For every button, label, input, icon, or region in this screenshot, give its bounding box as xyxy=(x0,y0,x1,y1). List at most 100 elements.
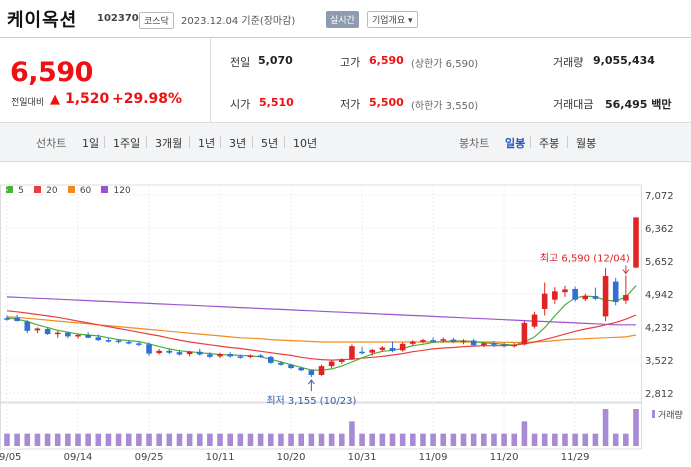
volume-bar xyxy=(105,433,112,446)
candle-body xyxy=(247,355,254,357)
candle-body xyxy=(24,321,31,331)
candle-body xyxy=(176,352,183,355)
candle-body xyxy=(359,351,365,354)
candle-body xyxy=(602,275,609,317)
volume-bar xyxy=(267,433,274,446)
candle-body xyxy=(75,334,81,337)
volume-bar xyxy=(186,433,193,446)
volume-bar xyxy=(531,433,538,446)
y-tick-label: 4,232 xyxy=(645,323,674,334)
candle-body xyxy=(298,367,304,371)
volume-bar xyxy=(146,433,152,446)
volume-bar xyxy=(176,433,183,446)
candle-body xyxy=(44,328,51,335)
price-chart[interactable]: 7,072 6,362 5,652 4,942 4,232 3,522 2,812 09/05… xyxy=(0,0,691,467)
y-tick-label: 4,942 xyxy=(645,290,674,301)
candle-body xyxy=(349,346,355,360)
volume-legend-label: 거래량 xyxy=(658,409,683,421)
candle-body xyxy=(267,356,274,363)
candle-body xyxy=(196,351,203,355)
volume-bar xyxy=(572,433,578,446)
candle-body xyxy=(420,340,426,342)
volume-bar xyxy=(44,433,51,446)
candle-body xyxy=(136,343,142,345)
candle-body xyxy=(237,356,244,358)
y-tick-label: 2,812 xyxy=(645,389,674,400)
candle-body xyxy=(318,366,325,375)
volume-legend-swatch xyxy=(652,410,655,418)
volume-bar xyxy=(308,433,315,446)
candle-body xyxy=(339,359,345,362)
volume-bar xyxy=(14,433,20,446)
candle-body xyxy=(34,328,41,331)
candle-body xyxy=(633,217,639,268)
volume-bar xyxy=(227,433,233,446)
volume-bar xyxy=(257,433,264,446)
volume-bar xyxy=(460,433,467,446)
candle-body xyxy=(227,354,233,357)
volume-bar xyxy=(379,433,386,446)
volume-bar xyxy=(339,433,345,446)
candle-body xyxy=(552,291,558,300)
volume-bar xyxy=(237,433,244,446)
volume-bar xyxy=(95,433,102,446)
candle-body xyxy=(54,332,61,335)
x-tick-label: 10/31 xyxy=(348,452,377,463)
candle-body xyxy=(460,340,467,343)
volume-bar xyxy=(136,433,142,446)
volume-bar xyxy=(541,433,548,446)
candle-body xyxy=(440,339,447,341)
candle-body xyxy=(288,364,294,368)
candle-body xyxy=(450,339,457,342)
candle-body xyxy=(65,332,71,337)
candle-body xyxy=(186,351,193,355)
volume-bar xyxy=(582,433,589,446)
candle-body xyxy=(14,317,20,322)
x-tick-label: 11/29 xyxy=(561,452,590,463)
volume-bar xyxy=(470,433,477,446)
y-tick-label: 7,072 xyxy=(645,191,674,202)
volume-bar xyxy=(318,433,325,446)
volume-bar xyxy=(481,433,487,446)
candle-body xyxy=(308,370,315,375)
volume-bar xyxy=(491,433,497,446)
candle-body xyxy=(115,340,122,343)
x-tick-label: 10/11 xyxy=(206,452,235,463)
volume-bar xyxy=(298,433,304,446)
volume-bar xyxy=(410,433,416,446)
x-tick-label: 11/20 xyxy=(490,452,519,463)
x-tick-label: 10/20 xyxy=(277,452,306,463)
candle-body xyxy=(481,343,487,346)
volume-bar xyxy=(612,433,619,446)
candle-body xyxy=(146,344,152,354)
volume-bar xyxy=(54,433,61,446)
low-annotation: 최저 3,155 (10/23) xyxy=(266,395,356,407)
volume-bar xyxy=(34,433,41,446)
volume-bar xyxy=(633,409,639,446)
volume-bar xyxy=(511,433,518,446)
volume-bar xyxy=(24,433,31,446)
volume-bar xyxy=(85,433,91,446)
candle-body xyxy=(470,340,477,346)
volume-bar xyxy=(420,433,426,446)
ma20-line xyxy=(6,310,637,361)
candle-body xyxy=(521,322,528,345)
volume-bar xyxy=(196,433,203,446)
candle-body xyxy=(278,362,284,365)
candle-body xyxy=(207,354,213,357)
candle-body xyxy=(156,350,162,354)
candle-body xyxy=(105,340,112,342)
volume-bar xyxy=(369,433,376,446)
y-tick-label: 5,652 xyxy=(645,257,674,268)
volume-bar xyxy=(288,433,294,446)
volume-bar xyxy=(217,433,223,446)
candle-body xyxy=(562,289,568,293)
x-tick-label: 11/09 xyxy=(419,452,448,463)
volume-bar xyxy=(521,421,528,446)
candle-body xyxy=(257,355,264,357)
volume-bar xyxy=(349,421,355,446)
candle-body xyxy=(125,341,132,344)
candle-body xyxy=(95,337,102,341)
volume-bar xyxy=(440,433,447,446)
volume-bar xyxy=(115,433,122,446)
